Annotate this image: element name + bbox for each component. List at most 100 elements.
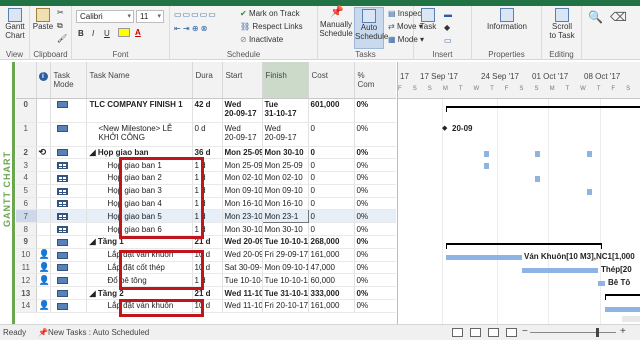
cost-cell[interactable]: 0 bbox=[308, 184, 355, 198]
highlight-color-icon[interactable] bbox=[118, 28, 130, 37]
col-finish[interactable]: Finish bbox=[262, 62, 309, 99]
respect-links-button[interactable]: ⛓ Respect Links bbox=[240, 22, 303, 31]
finish-cell[interactable]: Wed 20-09-17 bbox=[262, 122, 309, 147]
start-cell[interactable]: Sat 30-09- bbox=[222, 261, 263, 275]
percent-complete-cell[interactable]: 0% bbox=[354, 286, 396, 301]
table-row[interactable]: 9 ◢ Tầng 1 21 d Wed 20-09 Tue 10-10-1 268,000… bbox=[16, 235, 396, 249]
deliverable-icon[interactable]: ▭ bbox=[444, 36, 452, 45]
row-number[interactable]: 11 bbox=[16, 261, 37, 275]
cost-cell[interactable]: 268,000 bbox=[308, 235, 355, 249]
row-number[interactable]: 7 bbox=[16, 209, 37, 224]
row-number[interactable]: 4 bbox=[16, 171, 37, 185]
cost-cell[interactable]: 161,000 bbox=[308, 299, 355, 313]
cost-cell[interactable]: 47,000 bbox=[308, 261, 355, 275]
task-mode-cell[interactable] bbox=[50, 209, 87, 224]
row-number[interactable]: 5 bbox=[16, 184, 37, 198]
network-diagram-view-icon[interactable] bbox=[488, 328, 499, 337]
table-row[interactable]: 1 <New Milestone> LỄ KHỞI CÔNG 0 d Wed 20-0… bbox=[16, 122, 396, 147]
table-row[interactable]: 4 Họp giao ban 21 d Mon 02-10 Mon 02-10 0 0% bbox=[16, 171, 396, 185]
finish-cell[interactable]: Tue 31-10-17 bbox=[262, 98, 309, 123]
cut-icon[interactable]: ✂ bbox=[57, 8, 64, 17]
task-bar[interactable] bbox=[587, 151, 592, 157]
resource-sheet-view-icon[interactable] bbox=[506, 328, 517, 337]
row-number[interactable]: 14 bbox=[16, 299, 37, 313]
row-number[interactable]: 2 bbox=[16, 146, 37, 160]
table-row[interactable]: 6 Họp giao ban 41 d Mon 16-10 Mon 16-10 0 0% bbox=[16, 197, 396, 211]
finish-cell[interactable]: Mon 09-10-17 bbox=[262, 261, 309, 275]
col-task-mode[interactable]: Task Mode bbox=[50, 62, 87, 99]
start-cell[interactable]: Wed 11-10 bbox=[222, 299, 263, 313]
duration-cell[interactable]: 42 d bbox=[192, 98, 223, 123]
task-bar[interactable] bbox=[522, 268, 598, 273]
row-number[interactable]: 6 bbox=[16, 197, 37, 211]
percent-complete-cell[interactable]: 0% bbox=[354, 299, 396, 313]
cost-cell[interactable]: 0 bbox=[308, 209, 355, 224]
percent-complete-cell[interactable]: 0% bbox=[354, 222, 396, 237]
percent-complete-cell[interactable]: 0% bbox=[354, 122, 396, 147]
font-color-icon[interactable]: A bbox=[135, 28, 141, 37]
task-bar[interactable] bbox=[587, 189, 592, 195]
percent-complete-cell[interactable]: 0% bbox=[354, 248, 396, 262]
cost-cell[interactable]: 0 bbox=[308, 197, 355, 211]
bold-button[interactable]: B bbox=[78, 29, 84, 38]
auto-schedule-button[interactable]: Auto Schedule bbox=[354, 7, 388, 49]
task-bar[interactable] bbox=[484, 151, 489, 157]
col-cost[interactable]: Cost bbox=[308, 62, 355, 99]
table-row[interactable]: 5 Họp giao ban 31 d Mon 09-10 Mon 09-10 0 0% bbox=[16, 184, 396, 198]
task-button[interactable]: Task bbox=[416, 8, 440, 31]
task-mode-cell[interactable] bbox=[50, 222, 87, 237]
task-bar[interactable] bbox=[484, 163, 489, 169]
start-cell[interactable]: Wed 11-10 bbox=[222, 286, 263, 301]
finish-cell[interactable]: Mon 02-10 bbox=[262, 171, 309, 185]
percent-complete-cell[interactable]: 0% bbox=[354, 273, 396, 288]
start-cell[interactable]: Mon 23-10 bbox=[222, 209, 263, 224]
finish-cell[interactable]: Mon 16-10 bbox=[262, 197, 309, 211]
percent-complete-cell[interactable]: 0% bbox=[354, 261, 396, 275]
finish-cell[interactable]: Mon 09-10 bbox=[262, 184, 309, 198]
col-task-name[interactable]: Task Name bbox=[86, 62, 193, 99]
clear-icon[interactable]: ⌫ bbox=[610, 10, 627, 24]
duration-cell[interactable]: 0 d bbox=[192, 122, 223, 147]
copy-icon[interactable]: ⧉ bbox=[57, 21, 63, 31]
task-name-cell[interactable]: TLC COMPANY FINISH 1 bbox=[86, 98, 193, 123]
status-new-tasks[interactable]: New Tasks : Auto Scheduled bbox=[48, 328, 149, 337]
task-mode-cell[interactable] bbox=[50, 299, 87, 313]
finish-cell[interactable]: Tue 10-10-1 bbox=[262, 235, 309, 249]
paste-button[interactable]: Paste bbox=[32, 8, 54, 31]
percent-complete-cell[interactable]: 0% bbox=[354, 158, 396, 173]
cost-cell[interactable]: 0 bbox=[308, 146, 355, 160]
task-mode-cell[interactable] bbox=[50, 261, 87, 275]
task-bar[interactable] bbox=[535, 151, 540, 157]
information-button[interactable]: Information bbox=[480, 8, 534, 31]
row-number[interactable]: 10 bbox=[16, 248, 37, 262]
summary-bar[interactable] bbox=[446, 243, 602, 245]
row-number[interactable]: 1 bbox=[16, 122, 37, 147]
start-cell[interactable]: Mon 16-10 bbox=[222, 197, 263, 211]
table-row[interactable]: 11 👤 Lắp đặt cốt thép 10 d Sat 30-09- Mon 09-… bbox=[16, 261, 396, 275]
start-cell[interactable]: Wed 20-09 bbox=[222, 235, 263, 249]
cost-cell[interactable]: 0 bbox=[308, 122, 355, 147]
percent-complete-cell[interactable]: 0% bbox=[354, 235, 396, 249]
task-mode-cell[interactable] bbox=[50, 235, 87, 249]
zoom-slider-track[interactable] bbox=[530, 332, 616, 333]
start-cell[interactable]: Mon 02-10 bbox=[222, 171, 263, 185]
task-mode-cell[interactable] bbox=[50, 286, 87, 301]
cost-cell[interactable]: 0 bbox=[308, 171, 355, 185]
gantt-view-icon[interactable] bbox=[452, 328, 463, 337]
start-cell[interactable]: Wed 20-09-17 bbox=[222, 122, 263, 147]
inactivate-button[interactable]: ⊘ Inactivate bbox=[240, 35, 283, 44]
task-mode-cell[interactable] bbox=[50, 184, 87, 198]
start-cell[interactable]: Mon 30-10 bbox=[222, 222, 263, 237]
zoom-slider-thumb[interactable] bbox=[596, 328, 599, 337]
task-mode-cell[interactable] bbox=[50, 158, 87, 173]
summary-bar[interactable] bbox=[446, 106, 640, 108]
select-all-corner[interactable] bbox=[16, 62, 37, 99]
task-bar[interactable] bbox=[446, 255, 522, 260]
scroll-to-task-button[interactable]: Scroll to Task bbox=[544, 8, 580, 40]
table-row[interactable]: 14 👤 Lắp đặt ván khuôn 10 d Wed 11-10 Fri 20-… bbox=[16, 299, 396, 313]
cost-cell[interactable]: 0 bbox=[308, 158, 355, 173]
col-percent-complete[interactable]: % Com bbox=[354, 62, 396, 99]
finish-cell[interactable]: Mon 30-10 bbox=[262, 222, 309, 237]
start-cell[interactable]: Tue 10-10- bbox=[222, 273, 263, 288]
task-name-cell[interactable]: <New Milestone> LỄ KHỞI CÔNG bbox=[86, 122, 193, 147]
